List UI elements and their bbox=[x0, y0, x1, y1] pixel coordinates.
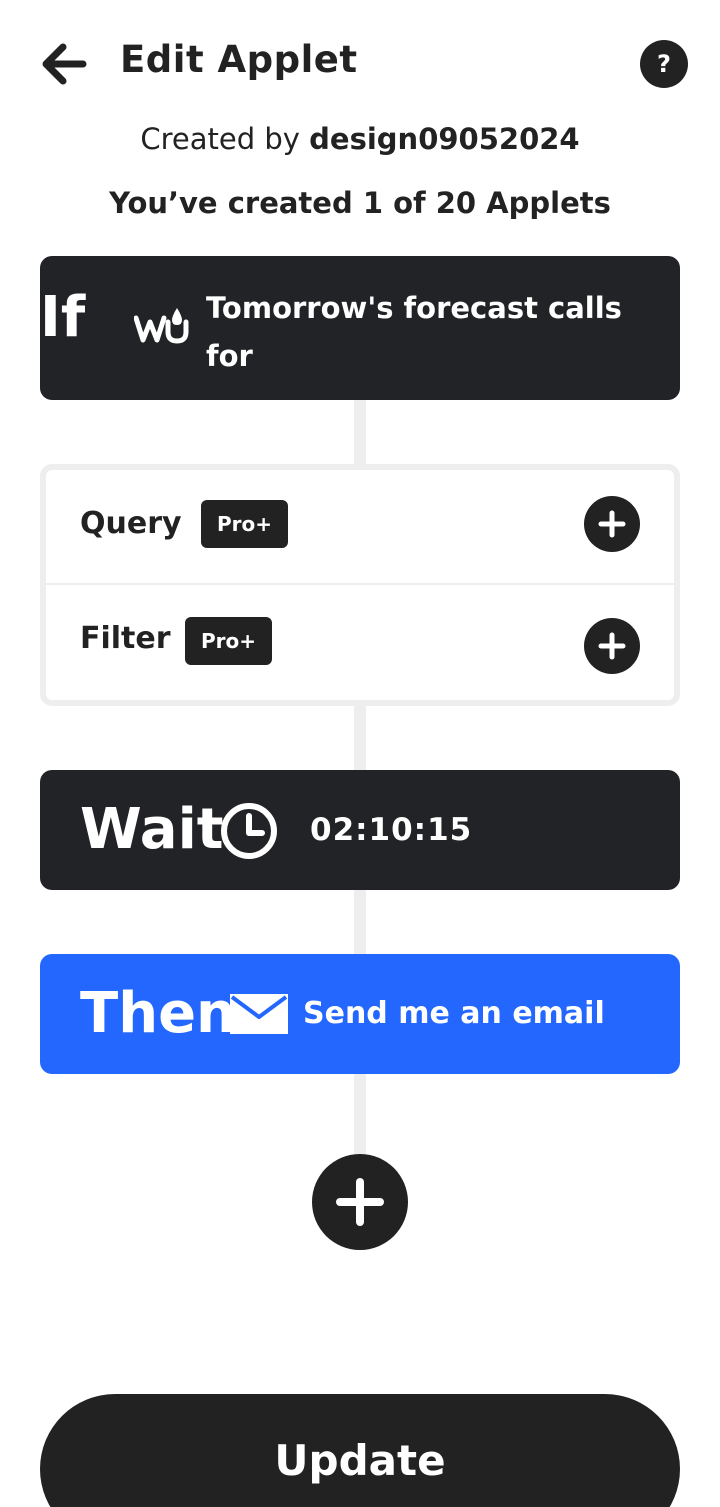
help-icon: ? bbox=[657, 50, 671, 78]
weather-underground-icon bbox=[134, 308, 189, 344]
add-query-button[interactable] bbox=[584, 496, 640, 552]
pro-plus-badge: Pro+ bbox=[201, 500, 289, 548]
applet-count: You’ve created 1 of 20 Applets bbox=[109, 186, 611, 220]
action-text: Send me an email bbox=[303, 996, 605, 1031]
update-button[interactable]: Update bbox=[40, 1394, 680, 1507]
update-label: Update bbox=[274, 1436, 446, 1485]
add-filter-button[interactable] bbox=[584, 618, 640, 674]
plus-icon bbox=[598, 510, 626, 538]
creator-username: design09052024 bbox=[309, 122, 580, 156]
connector-line bbox=[354, 890, 366, 954]
plus-icon bbox=[598, 632, 626, 660]
arrow-left-icon bbox=[42, 43, 87, 85]
query-label: Query bbox=[80, 506, 182, 541]
filter-label: Filter bbox=[80, 621, 171, 656]
wait-time: 02:10:15 bbox=[310, 812, 473, 848]
pro-plus-badge: Pro+ bbox=[185, 617, 273, 665]
query-filter-panel: Query Pro+ Filter Pro+ bbox=[40, 464, 680, 706]
header: Edit Applet ? bbox=[0, 0, 720, 130]
then-keyword: Then bbox=[80, 981, 236, 1046]
connector-line bbox=[354, 400, 366, 464]
if-keyword: If bbox=[40, 285, 86, 350]
created-by-prefix: Created by bbox=[140, 122, 300, 156]
connector-line bbox=[354, 1074, 366, 1154]
filter-row[interactable]: Filter Pro+ bbox=[46, 587, 674, 702]
clock-icon bbox=[221, 803, 277, 859]
query-row[interactable]: Query Pro+ bbox=[46, 470, 674, 585]
created-by-line: Created by design09052024 bbox=[0, 122, 720, 156]
add-step-button[interactable] bbox=[312, 1154, 408, 1250]
help-button[interactable]: ? bbox=[640, 40, 688, 88]
wait-keyword: Wait bbox=[80, 797, 224, 862]
connector-line bbox=[354, 706, 366, 770]
back-button[interactable] bbox=[38, 38, 90, 90]
page-title: Edit Applet bbox=[120, 38, 358, 81]
plus-icon bbox=[336, 1178, 384, 1226]
email-icon bbox=[230, 994, 288, 1034]
trigger-text: Tomorrow's forecast calls for bbox=[206, 291, 622, 373]
